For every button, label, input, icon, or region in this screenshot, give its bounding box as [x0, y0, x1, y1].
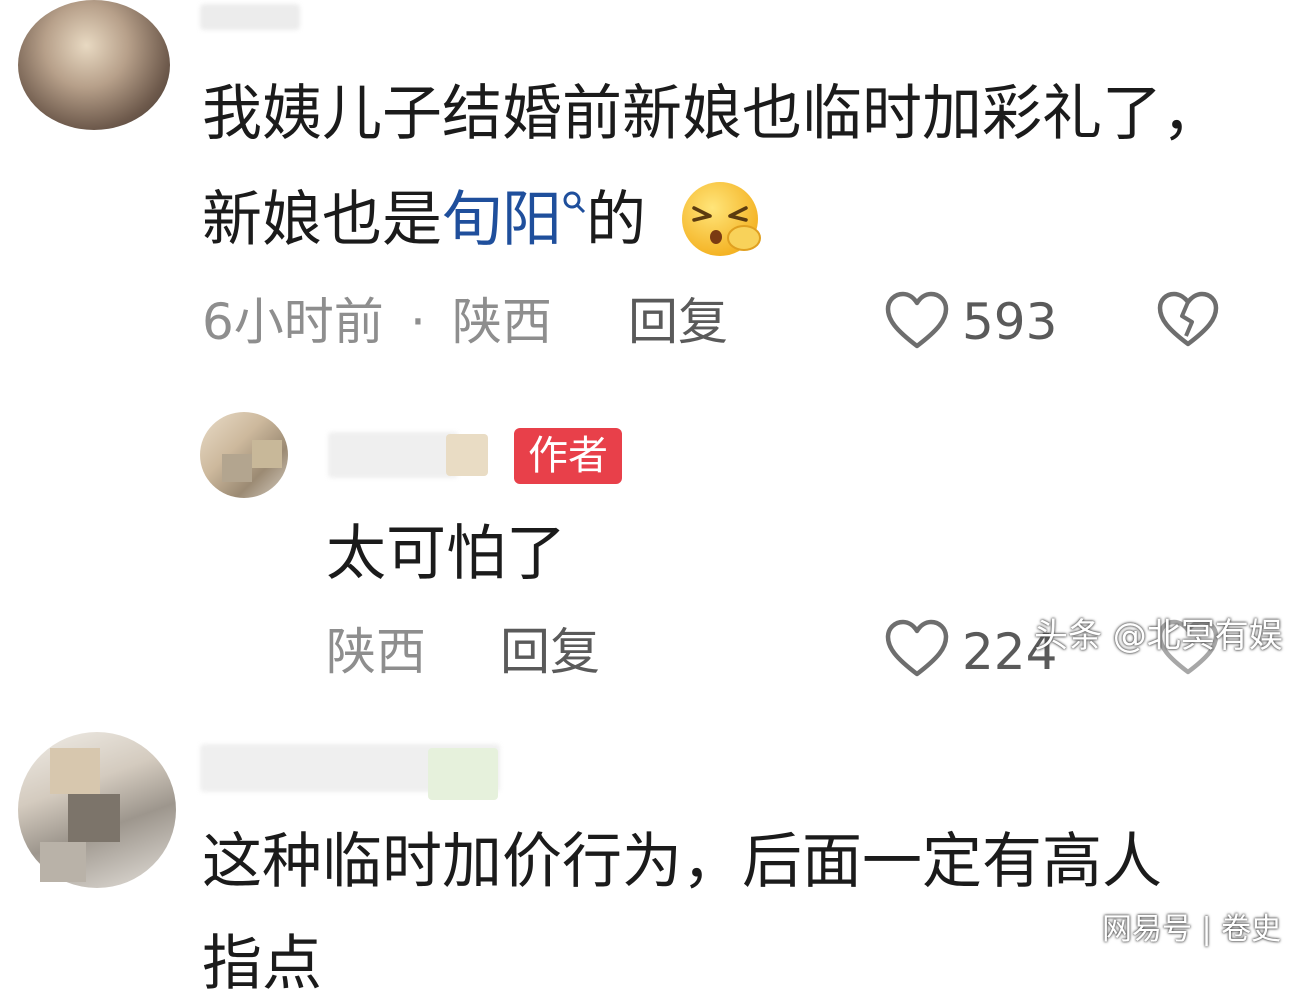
topic-link[interactable]: 旬阳 [442, 185, 562, 255]
author-badge: 作者 [514, 428, 622, 484]
comment-text-prefix: 新娘也是 [202, 185, 442, 255]
username-mosaic [446, 434, 488, 476]
reply-button[interactable]: 回复 [500, 622, 600, 682]
comment-location: 陕西 [326, 623, 426, 681]
avatar-mosaic [252, 440, 282, 468]
avatar[interactable] [18, 0, 170, 130]
heart-outline-icon[interactable] [884, 618, 950, 680]
reply-text: 太可怕了 [326, 519, 566, 589]
comment-text-line2: 指点 [202, 929, 322, 999]
avatar-mosaic [222, 454, 252, 482]
like-count: 593 [962, 293, 1058, 351]
wangyi-watermark: 网易号 | 卷史 [1102, 912, 1282, 947]
meta-separator: · [410, 293, 426, 351]
avatar-mosaic [40, 842, 86, 882]
username-mosaic [428, 748, 498, 800]
toutiao-watermark: 头条 @北冥有娱 [1034, 616, 1283, 656]
avatar-mosaic [50, 748, 100, 794]
broken-heart-icon[interactable] [1156, 290, 1220, 350]
comment-text-suffix: 的 [586, 185, 646, 255]
sleepy-emoji-icon [682, 182, 761, 256]
comment-time: 6小时前 [202, 293, 384, 351]
comment-location: 陕西 [452, 293, 552, 351]
avatar-mosaic [68, 794, 120, 842]
comment-text-line1: 我姨儿子结婚前新娘也临时加彩礼了， [202, 79, 1222, 149]
search-icon[interactable] [562, 190, 586, 214]
heart-outline-icon[interactable] [884, 290, 950, 352]
reply-button[interactable]: 回复 [628, 292, 728, 352]
username-blurred[interactable] [328, 432, 458, 478]
comment-text-line2: 新娘也是旬阳的 [202, 184, 646, 256]
comment-text-line1: 这种临时加价行为，后面一定有高人 [202, 827, 1162, 897]
username-blurred[interactable] [200, 4, 300, 30]
